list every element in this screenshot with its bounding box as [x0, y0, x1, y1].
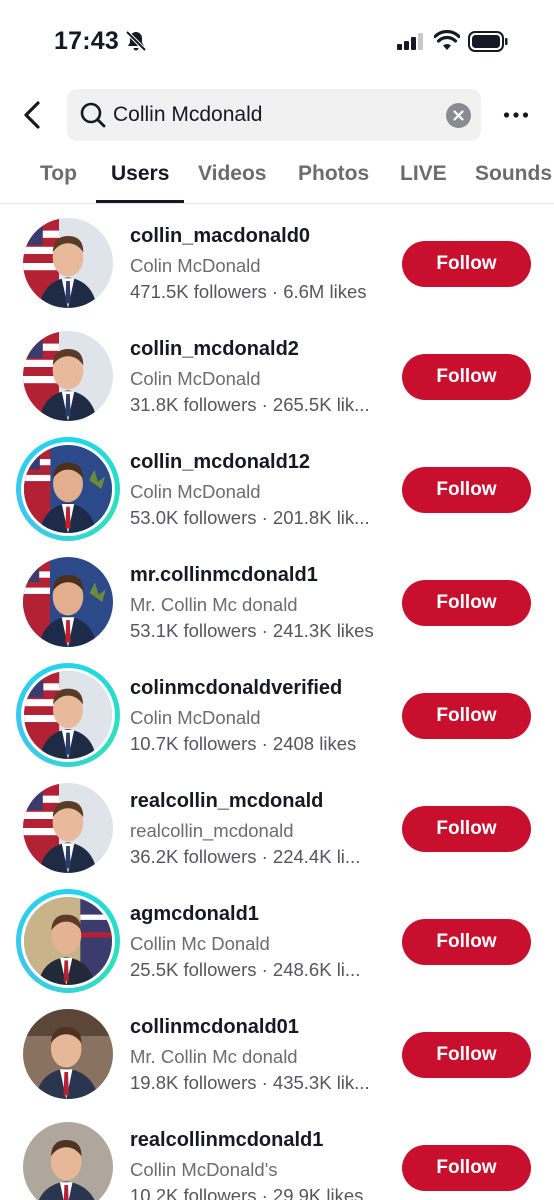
username: collinmcdonald01 — [130, 1016, 299, 1038]
state-flag-portrait-avatar-icon — [24, 445, 112, 533]
display-name: Mr. Collin Mc donald — [130, 1046, 298, 1067]
user-stats: 31.8K followers · 265.5K lik... — [130, 394, 370, 415]
user-stats: 10.2K followers · 29.9K likes — [130, 1185, 364, 1200]
flag-portrait-avatar-icon — [23, 783, 113, 873]
username: mr.collinmcdonald1 — [130, 564, 318, 586]
more-options-button[interactable] — [496, 96, 536, 134]
avatar[interactable] — [23, 1122, 113, 1200]
flag-portrait-avatar-icon — [23, 218, 113, 308]
flag-portrait-avatar-icon — [24, 671, 112, 759]
display-name: Collin Mc Donald — [130, 933, 270, 954]
username: agmcdonald1 — [130, 903, 259, 925]
username: collin_mcdonald12 — [130, 451, 311, 473]
tab-videos[interactable]: Videos — [198, 162, 266, 186]
follow-button[interactable]: Follow — [402, 467, 531, 513]
display-name: Colin McDonald — [130, 481, 261, 502]
battery-icon — [468, 31, 508, 52]
user-stats: 53.0K followers · 201.8K lik... — [130, 507, 370, 528]
follow-button[interactable]: Follow — [402, 919, 531, 965]
user-row[interactable]: agmcdonald1 Collin Mc Donald 25.5K follo… — [0, 883, 554, 995]
user-row[interactable]: collinmcdonald01 Mr. Collin Mc donald 19… — [0, 996, 554, 1108]
display-name: realcollin_mcdonald — [130, 820, 294, 841]
display-name: Colin McDonald — [130, 368, 261, 389]
status-bar: 17:43 — [0, 0, 554, 84]
office-portrait-avatar-icon — [24, 897, 112, 985]
user-stats: 471.5K followers · 6.6M likes — [130, 281, 367, 302]
avatar[interactable] — [23, 783, 113, 873]
follow-button[interactable]: Follow — [402, 1145, 531, 1191]
avatar[interactable] — [16, 889, 120, 993]
user-stats: 53.1K followers · 241.3K likes — [130, 620, 374, 641]
follow-button[interactable]: Follow — [402, 693, 531, 739]
search-input[interactable] — [113, 89, 433, 141]
follow-button[interactable]: Follow — [402, 806, 531, 852]
user-row[interactable]: collin_mcdonald12 Colin McDonald 53.0K f… — [0, 431, 554, 543]
hearing-portrait-avatar-icon — [23, 1009, 113, 1099]
user-stats: 25.5K followers · 248.6K li... — [130, 959, 361, 980]
avatar[interactable] — [23, 331, 113, 421]
user-row[interactable]: mr.collinmcdonald1 Mr. Collin Mc donald … — [0, 544, 554, 656]
status-time: 17:43 — [54, 27, 119, 55]
state-flag-portrait-avatar-icon — [23, 557, 113, 647]
bell-off-icon — [125, 30, 147, 52]
follow-button[interactable]: Follow — [402, 580, 531, 626]
user-row[interactable]: colinmcdonaldverified Colin McDonald 10.… — [0, 657, 554, 769]
user-stats: 10.7K followers · 2408 likes — [130, 733, 357, 754]
search-tabs: Top Users Videos Photos LIVE Sounds — [0, 152, 554, 204]
clear-search-button[interactable] — [446, 103, 471, 128]
tab-live[interactable]: LIVE — [400, 162, 447, 186]
display-name: Mr. Collin Mc donald — [130, 594, 298, 615]
display-name: Collin McDonald's — [130, 1159, 278, 1180]
tab-users[interactable]: Users — [111, 162, 169, 186]
hearing-portrait-avatar-icon — [23, 1122, 113, 1200]
cellular-signal-icon — [397, 33, 423, 50]
display-name: Colin McDonald — [130, 255, 261, 276]
follow-button[interactable]: Follow — [402, 354, 531, 400]
avatar[interactable] — [23, 218, 113, 308]
avatar[interactable] — [16, 437, 120, 541]
avatar[interactable] — [23, 1009, 113, 1099]
follow-button[interactable]: Follow — [402, 1032, 531, 1078]
avatar[interactable] — [23, 557, 113, 647]
search-bar[interactable] — [67, 89, 481, 141]
tab-photos[interactable]: Photos — [298, 162, 369, 186]
back-button[interactable] — [14, 95, 50, 135]
username: collin_macdonald0 — [130, 225, 311, 247]
username: realcollin_mcdonald — [130, 790, 324, 812]
tab-top[interactable]: Top — [40, 162, 77, 186]
close-icon — [453, 110, 464, 121]
search-icon — [80, 102, 106, 128]
follow-button[interactable]: Follow — [402, 241, 531, 287]
display-name: Colin McDonald — [130, 707, 261, 728]
wifi-icon — [434, 30, 460, 50]
user-stats: 19.8K followers · 435.3K lik... — [130, 1072, 370, 1093]
flag-portrait-avatar-icon — [23, 331, 113, 421]
user-row[interactable]: collin_mcdonald2 Colin McDonald 31.8K fo… — [0, 318, 554, 430]
username: colinmcdonaldverified — [130, 677, 343, 699]
search-header — [0, 86, 554, 144]
username: collin_mcdonald2 — [130, 338, 299, 360]
username: realcollinmcdonald1 — [130, 1129, 324, 1151]
tab-sounds[interactable]: Sounds — [475, 162, 552, 186]
active-tab-indicator — [96, 200, 184, 203]
user-row[interactable]: realcollin_mcdonald realcollin_mcdonald … — [0, 770, 554, 882]
avatar[interactable] — [16, 663, 120, 767]
user-row[interactable]: collin_macdonald0 Colin McDonald 471.5K … — [0, 205, 554, 317]
chevron-left-icon — [24, 101, 40, 129]
user-stats: 36.2K followers · 224.4K li... — [130, 846, 361, 867]
more-horizontal-icon — [503, 112, 529, 118]
user-row[interactable]: realcollinmcdonald1 Collin McDonald's 10… — [0, 1109, 554, 1200]
